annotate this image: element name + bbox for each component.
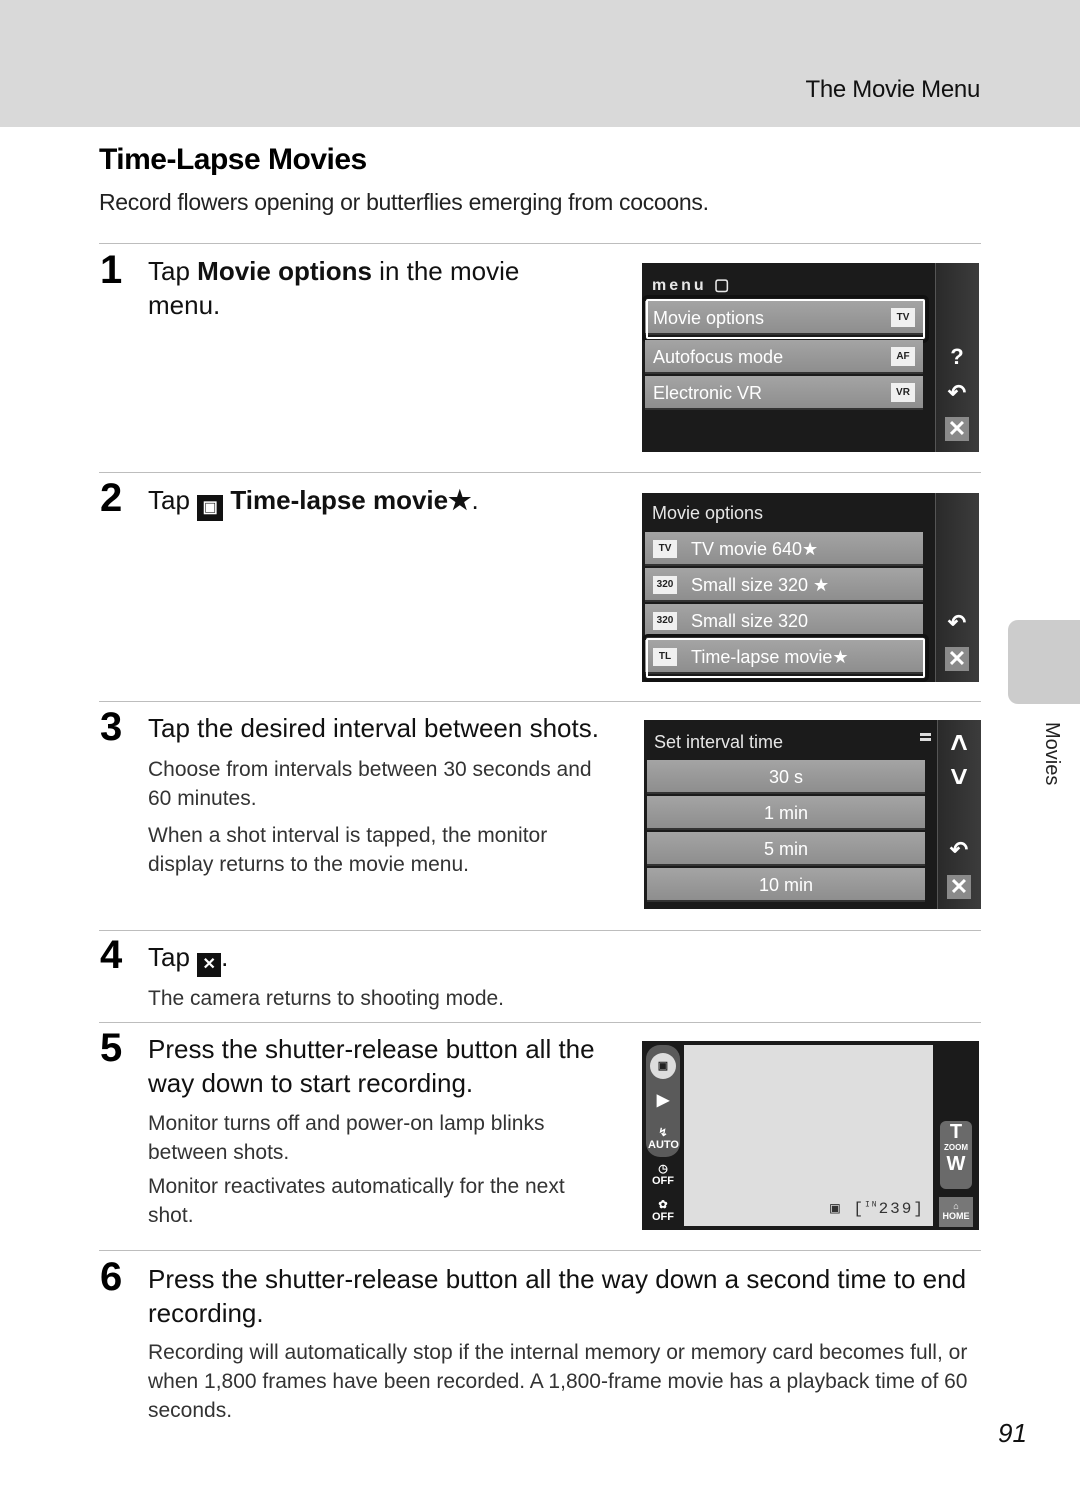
menu-item-electronic-vr[interactable]: Electronic VR VR: [645, 376, 923, 410]
close-icon: ✕: [197, 953, 222, 977]
step-heading: Tap ✕.: [148, 940, 228, 977]
divider: [99, 472, 981, 473]
divider: [99, 1022, 981, 1023]
close-icon[interactable]: ✕: [947, 875, 971, 899]
step-body: Choose from intervals between 30 seconds…: [148, 758, 592, 810]
interval-5min[interactable]: 5 min: [647, 832, 925, 866]
step-number: 3: [100, 705, 123, 749]
divider: [99, 701, 981, 702]
header-band: [0, 0, 1080, 127]
screen-sidebar: T ZOOM W ⌂ HOME: [935, 1041, 979, 1230]
time-lapse-icon: ▣: [197, 495, 224, 521]
step-number: 1: [100, 248, 123, 292]
back-icon[interactable]: ↶: [947, 838, 971, 862]
step-body: Monitor turns off and power-on lamp blin…: [148, 1112, 545, 1164]
time-lapse-icon: TL: [653, 648, 677, 666]
option-time-lapse-movie[interactable]: TL Time-lapse movie★: [645, 640, 923, 674]
movie-mode-icon[interactable]: ▣: [650, 1053, 676, 1079]
time-lapse-icon: ▣: [830, 1200, 842, 1218]
help-icon[interactable]: ?: [945, 345, 969, 369]
step-text: .: [221, 942, 229, 972]
zoom-tele[interactable]: T: [940, 1121, 972, 1143]
step-text: Tap: [148, 942, 198, 972]
scroll-indicator: [920, 733, 931, 741]
live-view: ▣ [IN239]: [684, 1045, 933, 1226]
option-small-size-320-star[interactable]: 320 Small size 320 ★: [645, 568, 923, 602]
shots-remaining: ▣ [IN239]: [830, 1200, 925, 1218]
section-title: The Movie Menu: [805, 76, 980, 103]
step-emphasis: Time-lapse movie★: [230, 485, 472, 515]
step-emphasis: Movie options: [197, 256, 372, 286]
menu-item-autofocus-mode[interactable]: Autofocus mode AF: [645, 340, 923, 374]
step-body: When a shot interval is tapped, the moni…: [148, 824, 548, 876]
playback-icon[interactable]: ▶: [648, 1093, 678, 1109]
page-number: 91: [998, 1418, 1027, 1448]
screen-header: Movie options: [652, 503, 764, 523]
interval-10min[interactable]: 10 min: [647, 868, 925, 902]
autofocus-icon: AF: [891, 347, 915, 366]
menu-item-movie-options[interactable]: Movie options TV: [645, 301, 923, 335]
step-number: 5: [100, 1026, 123, 1070]
camera-screen-shooting: ▣ ▶ ↯ AUTO ◷ OFF ✿ OFF ▣ [IN239] T ZOOM W ⌂…: [642, 1041, 979, 1230]
screen-sidebar: ˄ ˅ ↶ ✕: [937, 720, 981, 909]
vr-icon: VR: [891, 383, 915, 402]
macro-icon[interactable]: ✿ OFF: [648, 1199, 678, 1223]
scroll-up-icon[interactable]: ˄: [947, 729, 971, 759]
side-tab-label: Movies: [1041, 722, 1063, 786]
step-heading: Tap the desired interval between shots.: [148, 713, 599, 743]
tv-movie-icon: TV: [891, 308, 915, 327]
interval-1min[interactable]: 1 min: [647, 796, 925, 830]
small-size-icon: 320: [653, 576, 677, 594]
step-body: Recording will automatically stop if the…: [148, 1341, 968, 1422]
page-title: Time-Lapse Movies: [99, 143, 367, 176]
option-small-size-320[interactable]: 320 Small size 320: [645, 604, 923, 638]
movie-camera-icon: ▢: [714, 277, 733, 294]
zoom-wide[interactable]: W: [940, 1153, 972, 1175]
option-tv-movie-640[interactable]: TV TV movie 640★: [645, 532, 923, 566]
flash-mode-icon[interactable]: ↯ AUTO: [648, 1127, 679, 1151]
screen-sidebar: ? ↶ ✕: [935, 263, 979, 452]
scroll-down-icon[interactable]: ˅: [947, 763, 971, 793]
divider: [99, 243, 981, 244]
page-intro: Record flowers opening or butterflies em…: [99, 189, 709, 215]
divider: [99, 930, 981, 931]
back-icon[interactable]: ↶: [945, 381, 969, 405]
step-text: Tap: [148, 256, 198, 286]
side-tab: [1008, 620, 1080, 704]
zoom-control[interactable]: T ZOOM W: [940, 1121, 972, 1189]
step-text: Tap: [148, 485, 198, 515]
home-icon: ⌂: [953, 1201, 959, 1211]
step-heading: Press the shutter-release button all the…: [148, 1264, 967, 1328]
small-size-icon: 320: [653, 612, 677, 630]
step-number: 6: [100, 1255, 123, 1299]
camera-screen-menu: menu ▢ Movie options TV Autofocus mode AF …: [642, 263, 979, 452]
home-button[interactable]: ⌂ HOME: [939, 1197, 973, 1227]
camera-screen-interval: Set interval time 30 s 1 min 5 min 10 mi…: [644, 720, 981, 909]
screen-header: Set interval time: [654, 732, 784, 752]
step-body: The camera returns to shooting mode.: [148, 987, 505, 1010]
close-icon[interactable]: ✕: [945, 647, 969, 671]
step-heading: Tap Movie options in the movie menu.: [148, 254, 568, 322]
step-body: Monitor reactivates automatically for th…: [148, 1175, 565, 1227]
step-number: 2: [100, 476, 123, 520]
divider: [99, 1250, 981, 1251]
step-heading: Tap ▣ Time-lapse movie★.: [148, 483, 618, 521]
menu-header: menu ▢: [652, 277, 733, 294]
step-number: 4: [100, 933, 123, 977]
tv-movie-icon: TV: [653, 540, 677, 558]
close-icon[interactable]: ✕: [945, 417, 969, 441]
back-icon[interactable]: ↶: [945, 611, 969, 635]
screen-sidebar: ↶ ✕: [935, 493, 979, 682]
camera-screen-movie-options: Movie options TV TV movie 640★ 320 Small s…: [642, 493, 979, 682]
step-heading: Press the shutter-release button all the…: [148, 1034, 595, 1098]
interval-30s[interactable]: 30 s: [647, 760, 925, 794]
self-timer-icon[interactable]: ◷ OFF: [648, 1163, 678, 1187]
zoom-label: ZOOM: [944, 1143, 968, 1152]
step-text: .: [471, 485, 479, 515]
